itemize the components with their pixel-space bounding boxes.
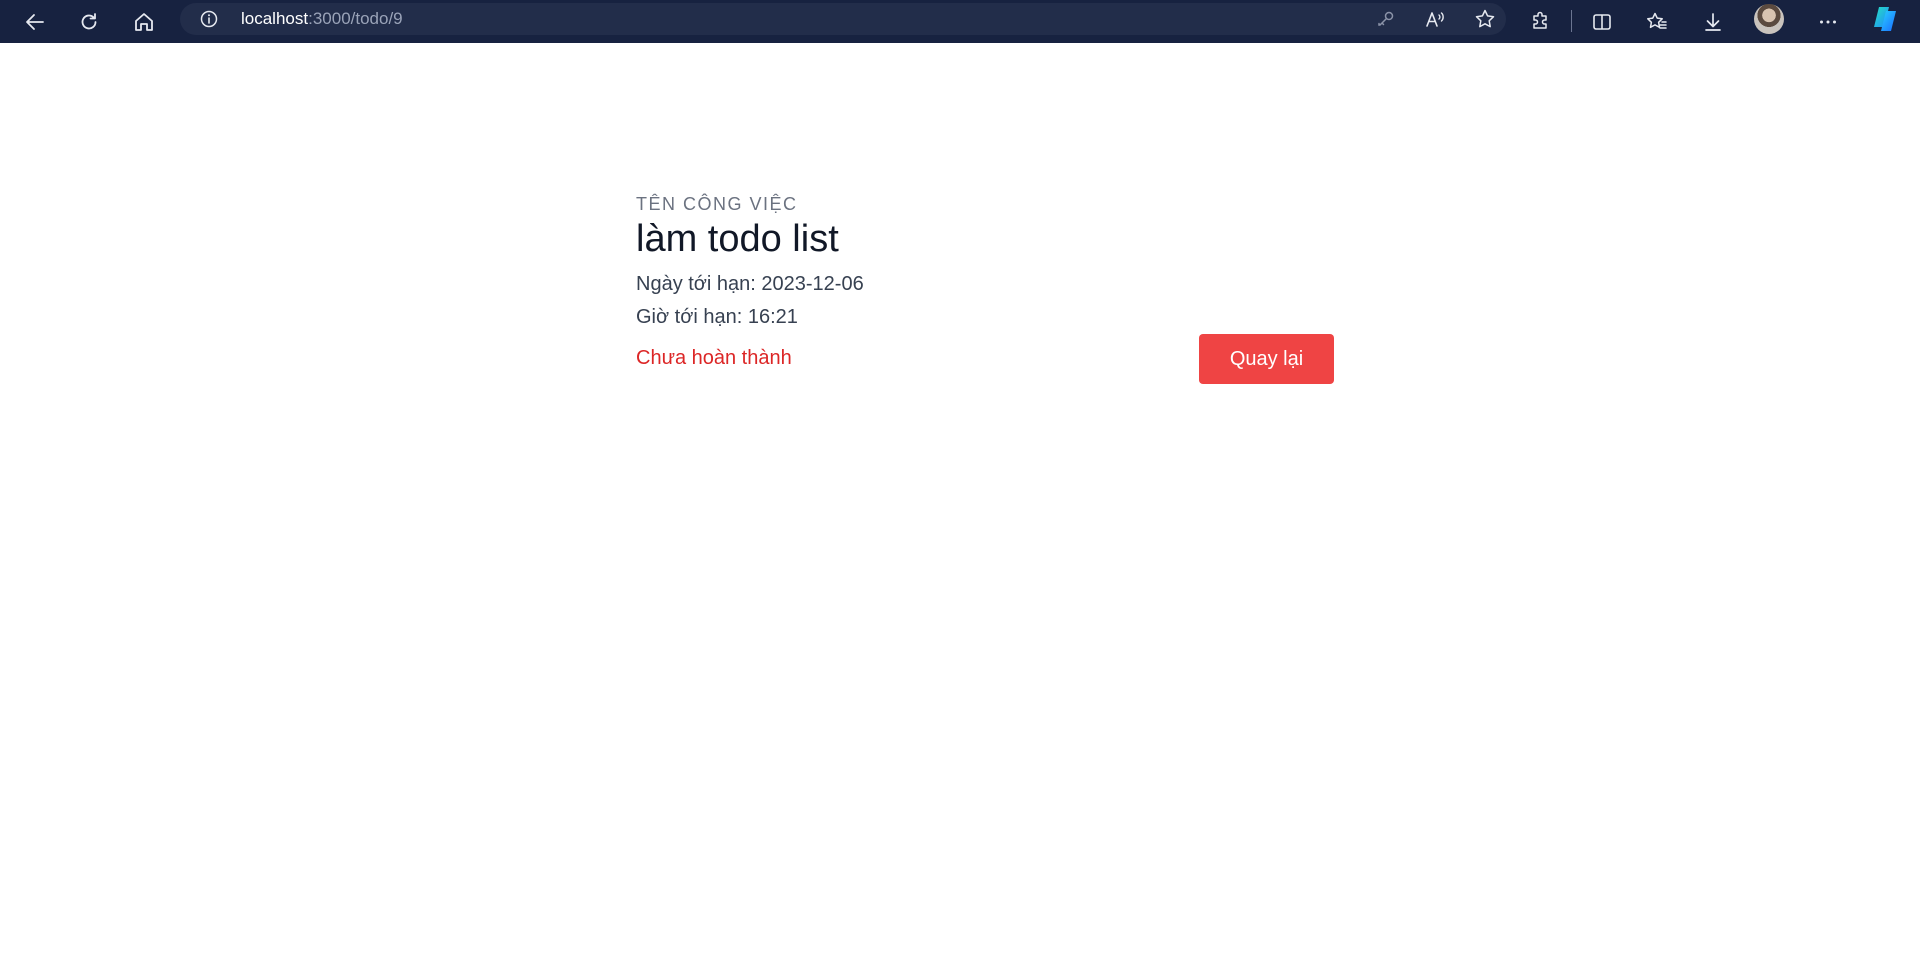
favorite-star-icon[interactable] (1470, 4, 1500, 34)
url-path: :3000/todo/9 (308, 9, 403, 28)
profile-avatar[interactable] (1754, 4, 1784, 34)
field-label: TÊN CÔNG VIỆC (636, 194, 798, 214)
toolbar-divider (1571, 10, 1572, 32)
copilot-icon[interactable] (1870, 4, 1900, 34)
url-host: localhost (241, 9, 309, 28)
extensions-icon[interactable] (1526, 7, 1556, 37)
read-aloud-icon[interactable] (1420, 4, 1450, 34)
back-arrow-icon[interactable] (20, 7, 50, 37)
more-icon[interactable] (1813, 7, 1843, 37)
refresh-icon[interactable] (74, 7, 104, 37)
due-date: Ngày tới hạn: 2023-12-06 (636, 273, 864, 295)
due-time: Giờ tới hạn: 16:21 (636, 306, 798, 328)
browser-toolbar: localhost:3000/todo/9 (0, 0, 1920, 43)
downloads-icon[interactable] (1698, 7, 1728, 37)
todo-title: làm todo list (636, 218, 839, 260)
url-text[interactable]: localhost:3000/todo/9 (241, 10, 403, 28)
address-bar[interactable]: localhost:3000/todo/9 (180, 3, 1506, 35)
info-icon[interactable] (200, 10, 218, 28)
status-text: Chưa hoàn thành (636, 347, 792, 369)
key-icon[interactable] (1371, 4, 1401, 34)
split-screen-icon[interactable] (1587, 7, 1617, 37)
home-icon[interactable] (129, 7, 159, 37)
favorites-icon[interactable] (1642, 7, 1672, 37)
back-button[interactable]: Quay lại (1199, 334, 1334, 384)
